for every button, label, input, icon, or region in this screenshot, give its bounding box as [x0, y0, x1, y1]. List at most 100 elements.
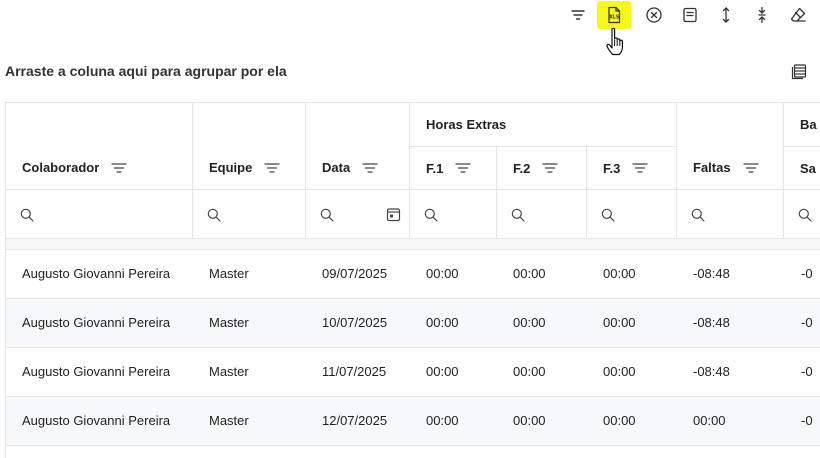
- column-filter-icon[interactable]: [742, 162, 759, 174]
- column-filter-icon[interactable]: [632, 162, 648, 174]
- column-group-partial: Ba: [784, 103, 820, 147]
- cell-f2: 00:00: [513, 364, 546, 379]
- cell-faltas: -08:48: [693, 315, 730, 330]
- svg-text:XLS: XLS: [609, 15, 620, 21]
- column-header-label: F.3: [603, 160, 621, 176]
- search-icon: [424, 208, 438, 222]
- cell-f2: 00:00: [513, 266, 546, 281]
- column-group-label: Horas Extras: [426, 117, 507, 132]
- column-header-partial[interactable]: Sa: [784, 147, 820, 190]
- search-icon: [798, 208, 812, 222]
- table-row[interactable]: Augusto Giovanni Pereira Master 11/07/20…: [6, 348, 820, 397]
- column-header-faltas[interactable]: Faltas: [677, 103, 784, 190]
- column-filter-icon[interactable]: [264, 162, 280, 174]
- clear-button[interactable]: [637, 1, 671, 29]
- cell-faltas: 00:00: [693, 413, 726, 428]
- cell-equipe: Master: [209, 413, 249, 428]
- column-filter-icon[interactable]: [362, 162, 378, 174]
- table-row[interactable]: Augusto Giovanni Pereira Master 09/07/20…: [6, 250, 820, 299]
- xls-file-icon: XLS: [608, 6, 621, 24]
- cell-data: 11/07/2025: [322, 364, 387, 379]
- cell-data: 12/07/2025: [322, 413, 388, 428]
- column-chooser-button[interactable]: [787, 60, 811, 82]
- cell-colaborador: Augusto Giovanni Pereira: [22, 315, 171, 330]
- table-row[interactable]: Augusto Giovanni Pereira Master 10/07/20…: [6, 299, 820, 348]
- column-filter-icon[interactable]: [542, 162, 558, 174]
- cell-f3: 00:00: [603, 413, 636, 428]
- filter-cell-data[interactable]: [306, 190, 410, 239]
- filter-cell-colaborador[interactable]: [6, 190, 193, 239]
- filter-cell-partial[interactable]: [784, 190, 820, 239]
- column-group-horas-extras: Horas Extras: [410, 103, 677, 147]
- column-header-label: Colaborador: [22, 160, 100, 175]
- cell-f1: 00:00: [426, 364, 459, 379]
- cell-partial: -0: [801, 266, 813, 281]
- cell-data: 10/07/2025: [322, 315, 388, 330]
- cell-f2: 00:00: [513, 315, 546, 330]
- column-filter-icon[interactable]: [455, 162, 471, 174]
- column-header-label: F.2: [513, 160, 531, 176]
- eraser-button[interactable]: [781, 1, 815, 29]
- collapse-rows-button[interactable]: [745, 1, 779, 29]
- grid-toolbar: XLS: [0, 0, 820, 56]
- filter-cell-f2[interactable]: [497, 190, 587, 239]
- filter-cell-faltas[interactable]: [677, 190, 784, 239]
- data-grid: Colaborador Equipe Data Horas Extras F.1…: [5, 102, 820, 458]
- cell-f3: 00:00: [603, 266, 636, 281]
- search-icon: [207, 208, 221, 222]
- column-header-label: Data: [322, 160, 351, 175]
- column-header-colaborador[interactable]: Colaborador: [6, 103, 193, 190]
- cell-faltas: -08:48: [693, 364, 730, 379]
- column-header-f3[interactable]: F.3: [587, 147, 677, 190]
- search-icon: [20, 208, 34, 222]
- column-header-label: Equipe: [209, 160, 253, 175]
- column-header-label: F.1: [426, 160, 444, 176]
- cell-colaborador: Augusto Giovanni Pereira: [22, 413, 171, 428]
- expand-rows-button[interactable]: [709, 1, 743, 29]
- filter-toggle-button[interactable]: [561, 1, 595, 29]
- cell-partial: -0: [801, 364, 813, 379]
- column-header-label: Faltas: [693, 160, 731, 175]
- cell-f3: 00:00: [603, 364, 636, 379]
- filter-cell-equipe[interactable]: [193, 190, 306, 239]
- cell-data: 09/07/2025: [322, 266, 388, 281]
- filter-cell-f3[interactable]: [587, 190, 677, 239]
- table-row-partial: [6, 446, 820, 458]
- column-header-f1[interactable]: F.1: [410, 147, 497, 190]
- cell-f1: 00:00: [426, 315, 459, 330]
- table-row[interactable]: Augusto Giovanni Pereira Master 12/07/20…: [6, 397, 820, 446]
- cell-f1: 00:00: [426, 413, 459, 428]
- column-chooser-icon: [791, 64, 807, 80]
- filter-cell-f1[interactable]: [410, 190, 497, 239]
- hand-pointer-cursor: [606, 27, 623, 56]
- filter-lines-icon: [571, 10, 585, 20]
- search-icon: [691, 208, 705, 222]
- summary-button[interactable]: [673, 1, 707, 29]
- cell-f3: 00:00: [603, 315, 636, 330]
- cell-faltas: -08:48: [693, 266, 730, 281]
- expand-vertical-icon: [722, 7, 730, 23]
- search-icon: [601, 208, 615, 222]
- cell-partial: -0: [801, 315, 813, 330]
- note-icon: [683, 7, 697, 23]
- column-header-f2[interactable]: F.2: [497, 147, 587, 190]
- column-header-equipe[interactable]: Equipe: [193, 103, 306, 190]
- export-xls-button[interactable]: XLS: [597, 1, 631, 29]
- cell-colaborador: Augusto Giovanni Pereira: [22, 266, 171, 281]
- cell-equipe: Master: [209, 364, 249, 379]
- search-icon: [320, 208, 334, 222]
- cell-f1: 00:00: [426, 266, 459, 281]
- cell-partial: -0: [801, 413, 813, 428]
- table-row-partial: [6, 239, 820, 250]
- calendar-icon[interactable]: [386, 207, 401, 222]
- column-header-label: Sa: [800, 160, 816, 176]
- column-filter-icon[interactable]: [111, 162, 127, 174]
- close-circle-icon: [646, 7, 662, 23]
- eraser-icon: [790, 7, 806, 22]
- column-header-data[interactable]: Data: [306, 103, 410, 190]
- column-group-label: Ba: [800, 117, 817, 132]
- collapse-vertical-icon: [758, 6, 766, 24]
- cell-f2: 00:00: [513, 413, 546, 428]
- cell-colaborador: Augusto Giovanni Pereira: [22, 364, 171, 379]
- cell-equipe: Master: [209, 266, 249, 281]
